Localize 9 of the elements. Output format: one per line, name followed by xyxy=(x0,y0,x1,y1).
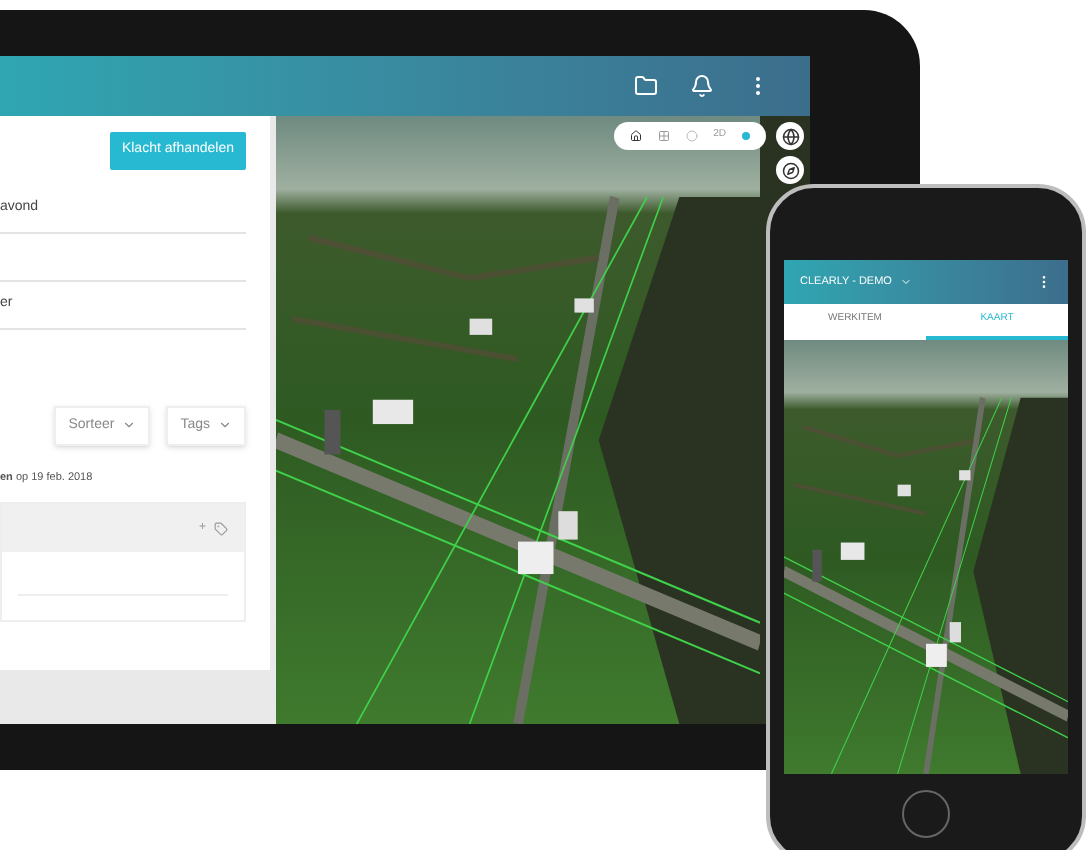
compass-button[interactable] xyxy=(776,156,804,184)
caret-icon xyxy=(218,418,232,433)
grid-icon[interactable] xyxy=(657,130,670,142)
caret-icon xyxy=(122,418,137,433)
folder-icon[interactable] xyxy=(634,74,658,98)
home-button[interactable] xyxy=(902,790,950,838)
globe-button[interactable] xyxy=(776,122,804,150)
bell-icon[interactable] xyxy=(690,74,714,98)
home-icon[interactable] xyxy=(629,130,642,142)
